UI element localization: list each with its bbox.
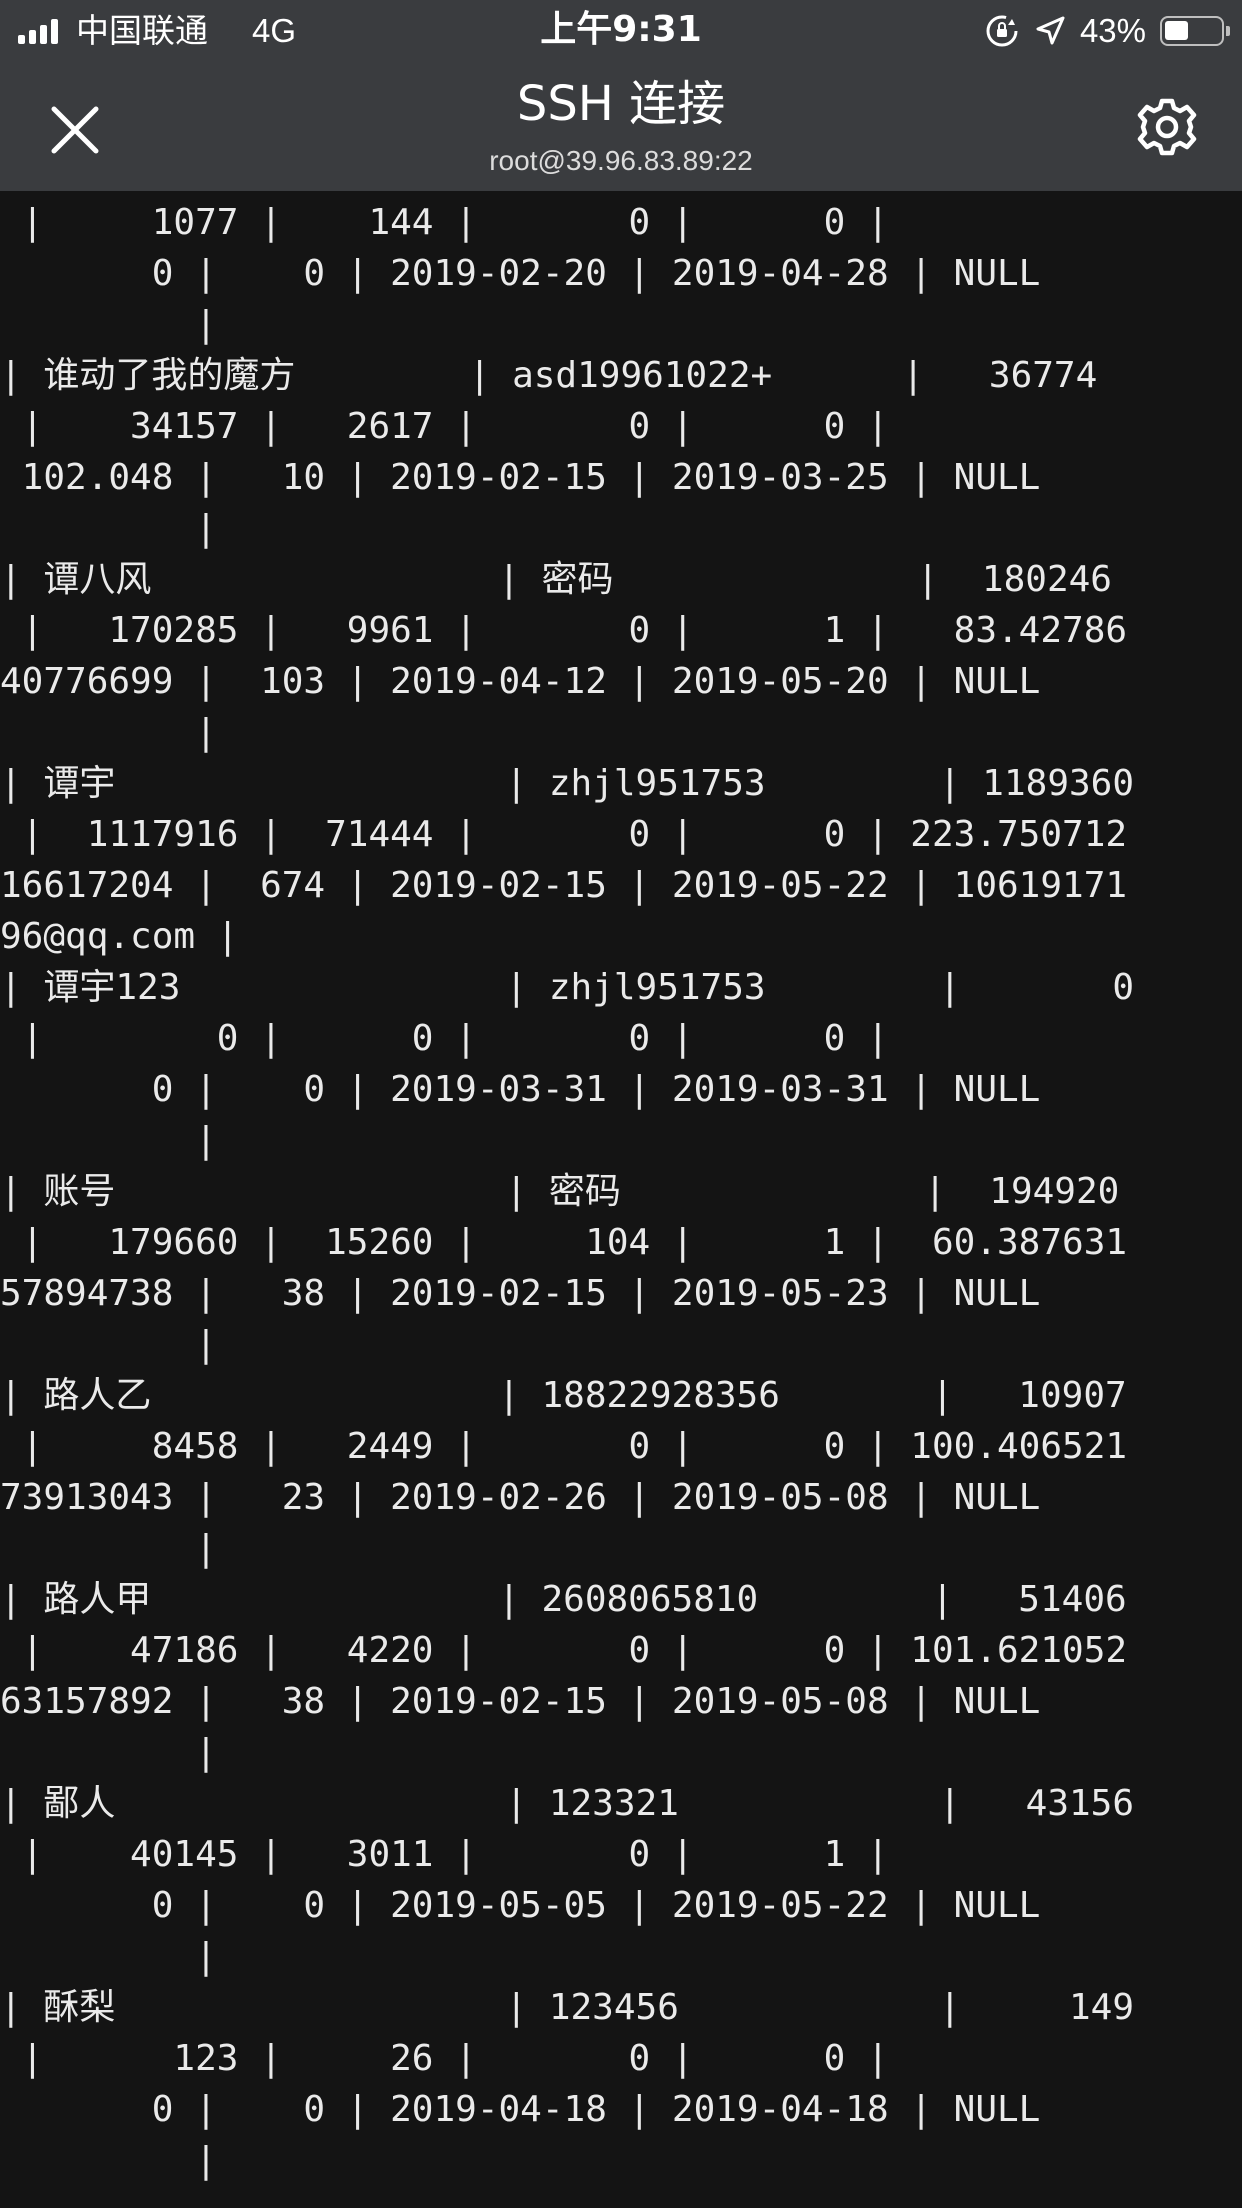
battery-percent: 43% — [1079, 12, 1146, 49]
battery-icon — [1160, 16, 1230, 46]
terminal-line: 0 | 0 | 2019-02-20 | 2019-04-28 | NULL — [0, 253, 1041, 294]
terminal-line: | 谭宇 | zhjl951753 | 1189360 — [0, 763, 1135, 804]
terminal-line: | — [0, 712, 217, 753]
terminal-text: | 1077 | 144 | 0 | 0 | 0 | 0 | 2019-02-2… — [0, 197, 1242, 2186]
terminal-line: | 谭宇123 | zhjl951753 | 0 — [0, 967, 1135, 1008]
terminal-line: | 8458 | 2449 | 0 | 0 | 100.406521 — [0, 1426, 1128, 1467]
terminal-line: | — [0, 1936, 217, 1977]
terminal-line: | 路人甲 | 2608065810 | 51406 — [0, 1579, 1127, 1620]
app-header: 中国联通 4G 上午9:31 43% SSH 连接 root@39.96.83.… — [0, 0, 1242, 191]
terminal-line: 96@qq.com | — [0, 916, 239, 957]
terminal-line: | 34157 | 2617 | 0 | 0 | — [0, 406, 889, 447]
terminal-line: 16617204 | 674 | 2019-02-15 | 2019-05-22… — [0, 865, 1128, 906]
status-right-group: 43% — [984, 10, 1230, 52]
rotation-lock-icon — [986, 15, 1018, 47]
terminal-output[interactable]: | 1077 | 144 | 0 | 0 | 0 | 0 | 2019-02-2… — [0, 191, 1242, 2208]
terminal-line: | 账号 | 密码 | 194920 — [0, 1171, 1120, 1212]
terminal-line: | 1117916 | 71444 | 0 | 0 | 223.750712 — [0, 814, 1128, 855]
terminal-line: | 路人乙 | 18822928356 | 10907 — [0, 1375, 1127, 1416]
terminal-line: 63157892 | 38 | 2019-02-15 | 2019-05-08 … — [0, 1681, 1041, 1722]
terminal-line: | 40145 | 3011 | 0 | 1 | — [0, 1834, 889, 1875]
terminal-line: | — [0, 1528, 217, 1569]
terminal-line: | 谁动了我的魔方 | asd19961022+ | 36774 — [0, 355, 1098, 396]
terminal-line: | — [0, 2140, 217, 2181]
terminal-line: | 123 | 26 | 0 | 0 | — [0, 2038, 889, 2079]
terminal-line: | 鄙人 | 123321 | 43156 — [0, 1783, 1135, 1824]
terminal-line: 0 | 0 | 2019-04-18 | 2019-04-18 | NULL — [0, 2089, 1041, 2130]
terminal-line: | 1077 | 144 | 0 | 0 | — [0, 202, 889, 243]
terminal-line: 57894738 | 38 | 2019-02-15 | 2019-05-23 … — [0, 1273, 1041, 1314]
terminal-line: | 谭八风 | 密码 | 180246 — [0, 559, 1112, 600]
battery-level-fill — [1165, 21, 1188, 40]
location-arrow-icon — [1036, 16, 1065, 45]
nav-bar: SSH 连接 root@39.96.83.89:22 — [0, 62, 1242, 191]
settings-button[interactable] — [1132, 92, 1202, 162]
status-bar: 中国联通 4G 上午9:31 43% — [0, 0, 1242, 62]
connection-host: root@39.96.83.89:22 — [489, 145, 753, 176]
terminal-line: 102.048 | 10 | 2019-02-15 | 2019-03-25 |… — [0, 457, 1041, 498]
terminal-line: | — [0, 304, 217, 345]
terminal-line: | 170285 | 9961 | 0 | 1 | 83.42786 — [0, 610, 1128, 651]
gear-icon — [1137, 98, 1197, 156]
terminal-line: | 179660 | 15260 | 104 | 1 | 60.387631 — [0, 1222, 1128, 1263]
terminal-line: | 酥梨 | 123456 | 149 — [0, 1987, 1135, 2028]
terminal-line: | 0 | 0 | 0 | 0 | — [0, 1018, 889, 1059]
terminal-line: 0 | 0 | 2019-05-05 | 2019-05-22 | NULL — [0, 1885, 1041, 1926]
terminal-line: | — [0, 1732, 217, 1773]
terminal-line: 0 | 0 | 2019-03-31 | 2019-03-31 | NULL — [0, 1069, 1041, 1110]
terminal-line: | 47186 | 4220 | 0 | 0 | 101.621052 — [0, 1630, 1128, 1671]
terminal-line: 73913043 | 23 | 2019-02-26 | 2019-05-08 … — [0, 1477, 1041, 1518]
terminal-line: 40776699 | 103 | 2019-04-12 | 2019-05-20… — [0, 661, 1041, 702]
terminal-line: | — [0, 508, 217, 549]
page-title: SSH 连接 — [516, 76, 726, 132]
terminal-line: | — [0, 1120, 217, 1161]
terminal-line: | — [0, 1324, 217, 1365]
